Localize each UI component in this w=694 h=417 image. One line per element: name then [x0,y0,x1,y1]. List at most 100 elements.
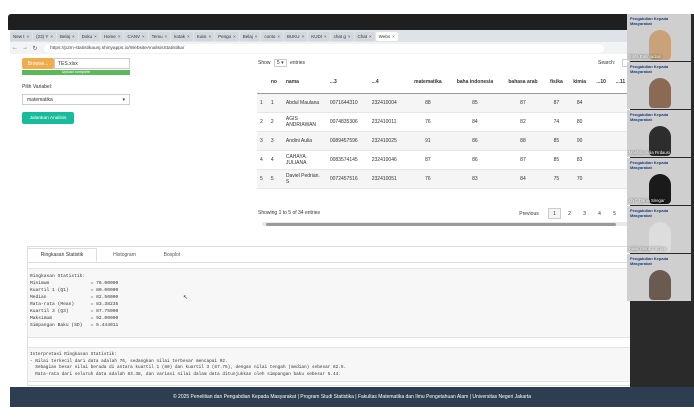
browse-button[interactable]: Browse... [22,58,54,69]
column-header[interactable]: ...4 [368,71,408,94]
participant-avatar [649,270,671,300]
close-tab-icon[interactable]: × [118,34,121,39]
previous-page-button[interactable]: Previous [512,208,546,219]
participant-tile[interactable]: Pengabdian Kepada Masyarakat Sinta Rahmad… [627,14,691,61]
column-header[interactable]: no [267,71,283,94]
variable-select-value: matematika [27,96,53,103]
table-row[interactable]: 1 1 Abdul Maulana 0071644310 232410004 88 85 87… [257,93,630,113]
table-cell: Daviel Pedrian. S [282,169,327,189]
page-length-select[interactable]: 5 ▾ [273,59,287,67]
participant-name: Makhila Aulia Firdausi [629,150,670,155]
table-info: Showing 1 to 5 of 34 entries [258,210,320,216]
participant-tile[interactable]: Pengabdian Kepada Masyarakat Makhila Auli… [627,110,691,157]
tab-histogram[interactable]: Histogram [97,248,152,262]
table-row[interactable]: 4 4 CAHAYA JULIANA 0083574145 232410046 87 86 8… [257,150,630,170]
browser-tab[interactable]: Temu × [148,31,171,41]
file-name-field[interactable]: TES.xlsx [54,58,130,69]
browser-tab[interactable]: New t × [10,31,33,41]
close-tab-icon[interactable]: × [348,34,351,39]
browser-tab[interactable]: Doku × [78,31,100,41]
table-cell: 4 [267,150,283,170]
table-cell: 5 [267,169,283,189]
close-tab-icon[interactable]: × [255,34,258,39]
table-cell: 82 [501,112,545,132]
variable-select[interactable]: matematika ▾ [22,94,130,105]
pagination: Previous 1 2 3 4 5 [512,208,621,219]
browser-tab[interactable]: KUDI × [308,31,330,41]
column-header[interactable]: bahasa arab [501,71,545,94]
close-tab-icon[interactable]: × [165,34,168,39]
close-tab-icon[interactable]: × [142,34,145,39]
participant-tile[interactable]: Pengabdian Kepada Masyarakat chi7_Dania S… [627,158,691,205]
table-cell: 1 [257,93,268,113]
close-tab-icon[interactable]: × [392,34,395,39]
table-row[interactable]: 2 2 AGIS ANDRIAWAN 0074835306 232410011 76 84 8… [257,112,630,132]
browser-tab[interactable]: Webs × [375,31,398,41]
column-header[interactable]: kimia [568,71,592,94]
data-table: no nama ...3 ...4 matematika baha indonesia ba… [257,71,630,189]
browser-tab[interactable]: conto × [261,31,284,41]
close-tab-icon[interactable]: × [94,34,97,39]
browser-tab[interactable]: Belaj × [239,31,261,41]
browser-tab[interactable]: kotak × [171,31,193,41]
table-row[interactable]: 5 5 Daviel Pedrian. S 0072457516 232410051 76… [257,169,630,189]
close-tab-icon[interactable]: × [233,34,236,39]
close-tab-icon[interactable]: × [187,34,190,39]
close-tab-icon[interactable]: × [302,34,305,39]
close-tab-icon[interactable]: × [50,34,53,39]
url-field[interactable]: https://p2m-statistikaunj.shinyapps.io/W… [44,43,604,53]
participant-tile[interactable]: Pengabdian Kepada Masyarakat [627,62,691,109]
close-tab-icon[interactable]: × [27,34,30,39]
browser-tab-label: Pengo [218,33,232,39]
table-cell: 85 [544,131,569,151]
forward-icon[interactable]: → [20,45,30,51]
table-cell: 80 [568,112,592,132]
table-cell: 3 [257,131,268,151]
browser-tab[interactable]: Pengo × [215,31,239,41]
table-row[interactable]: 3 3 Andini Aulia 0089457596 232410025 91 86 88 8… [257,131,630,151]
browser-tab[interactable]: CANV × [124,31,148,41]
back-icon[interactable]: ← [10,45,20,51]
close-tab-icon[interactable]: × [72,34,75,39]
table-cell: 84 [568,93,592,113]
page-button[interactable]: 2 [563,208,576,219]
participant-tile[interactable]: Pengabdian Kepada Masyarakat [627,254,691,301]
reload-icon[interactable]: ↻ [30,45,40,52]
summary-line: Kuartil 3 (Q3) = 87.75000 [30,309,119,314]
browser-tab-label: Webs [378,33,391,39]
table-cell [591,131,611,151]
close-tab-icon[interactable]: × [369,34,372,39]
browser-tab[interactable]: chat g × [330,31,354,41]
tile-banner: Pengabdian Kepada Masyarakat [630,160,669,170]
column-header[interactable]: matematika [407,71,449,94]
close-tab-icon[interactable]: × [208,34,211,39]
column-header[interactable]: fisika [544,71,569,94]
table-scrollbar-thumb[interactable] [266,222,616,226]
table-cell: 91 [407,131,449,151]
page-button[interactable]: 3 [578,208,591,219]
tab-boxplot[interactable]: Boxplot [152,248,192,262]
table-cell: CAHAYA JULIANA [282,150,327,170]
browser-tab[interactable]: Belaj × [56,31,78,41]
close-tab-icon[interactable]: × [324,34,327,39]
close-tab-icon[interactable]: × [277,34,280,39]
browser-tab[interactable]: (23) Y × [33,31,56,41]
browser-tab[interactable]: Kuisi × [193,31,215,41]
run-analysis-button[interactable]: Jalankan Analisis [22,112,74,124]
page-button[interactable]: 4 [593,208,606,219]
page-button[interactable]: 1 [548,208,561,219]
browser-tab[interactable]: Home × [100,31,124,41]
participant-tile[interactable]: Pengabdian Kepada Masyarakat Aulia Yusrat… [627,206,691,253]
summary-output: Ringkasan Statistik: Minimum = 76.00000 Ku… [27,268,683,338]
page-button[interactable]: 5 [608,208,621,219]
tab-summary[interactable]: Ringkasan Statistik [27,248,97,262]
column-header[interactable]: ...10 [591,71,611,94]
table-cell: Abdul Maulana [282,93,327,113]
table-cell: 2 [267,112,283,132]
browser-tab[interactable]: BUKU × [284,31,308,41]
column-header[interactable] [257,71,268,94]
column-header[interactable]: nama [282,71,327,94]
column-header[interactable]: baha indonesia [448,71,502,94]
column-header[interactable]: ...3 [326,71,369,94]
browser-tab[interactable]: Chat × [354,31,375,41]
